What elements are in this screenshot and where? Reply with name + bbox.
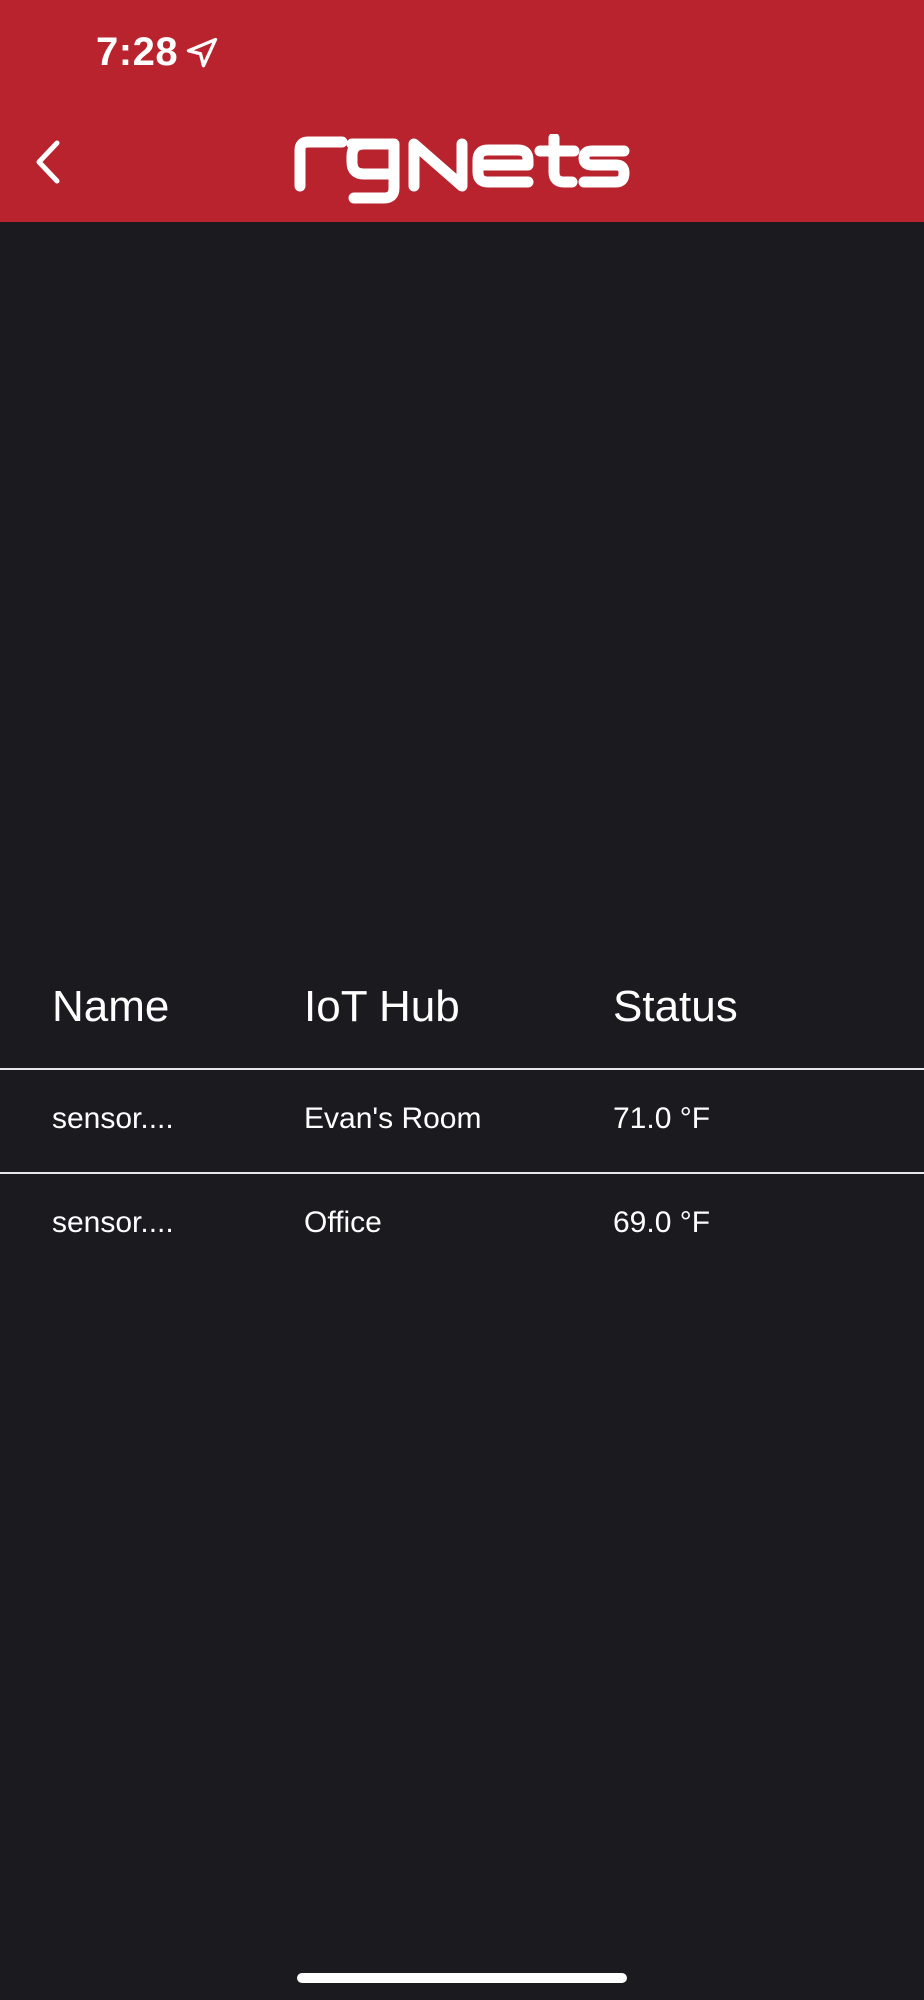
table-header: Name IoT Hub Status (0, 960, 924, 1068)
status-bar-time: 7:28 (96, 30, 220, 75)
rgnets-logo-mark (294, 134, 630, 204)
table-row[interactable]: sensor.... Office 69.0 °F (0, 1174, 924, 1276)
column-header-name[interactable]: Name (52, 982, 169, 1032)
status-time-text: 7:28 (96, 30, 179, 74)
sensor-hub: Office (304, 1206, 382, 1239)
sensor-status: 71.0 °F (613, 1102, 711, 1135)
home-indicator[interactable] (297, 1973, 627, 1983)
chevron-left-icon (36, 140, 60, 184)
sensor-name: sensor.... (52, 1206, 174, 1239)
column-header-iot-hub[interactable]: IoT Hub (304, 982, 460, 1032)
column-header-status[interactable]: Status (613, 982, 738, 1032)
sensor-table: Name IoT Hub Status sensor.... Evan's Ro… (0, 960, 924, 1276)
location-arrow-icon (186, 37, 218, 67)
rgnets-logo: rgNets (292, 134, 632, 206)
sensor-name: sensor.... (52, 1102, 174, 1135)
sensor-hub: Evan's Room (304, 1102, 482, 1135)
app-header: 7:28 rgNets (0, 0, 924, 222)
table-row[interactable]: sensor.... Evan's Room 71.0 °F (0, 1070, 924, 1172)
sensor-status: 69.0 °F (613, 1206, 711, 1239)
back-button[interactable] (26, 134, 70, 190)
